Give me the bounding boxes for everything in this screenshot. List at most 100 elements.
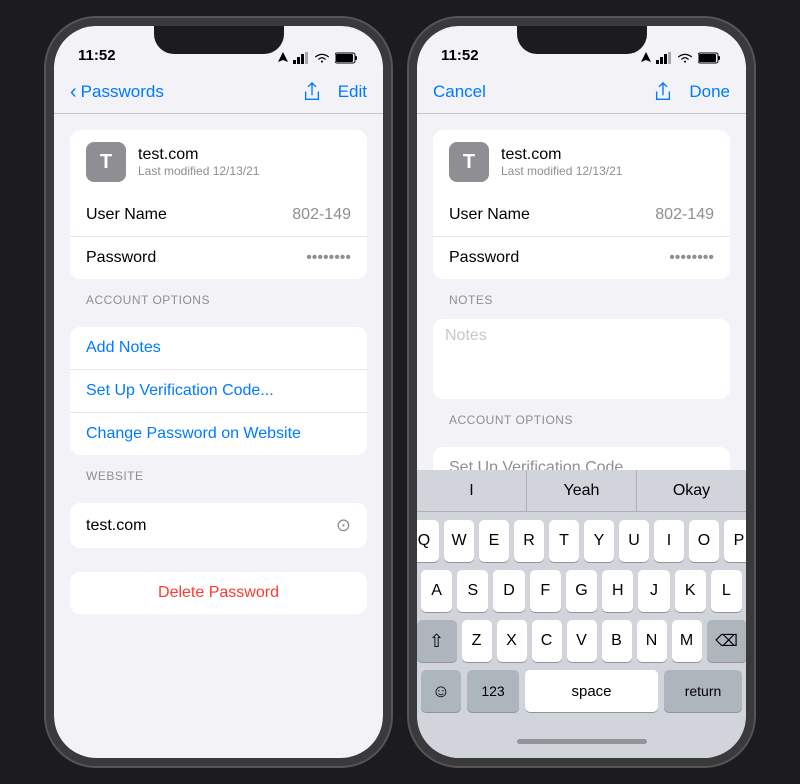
key-h[interactable]: H <box>602 570 633 612</box>
site-subtitle-2: Last modified 12/13/21 <box>501 164 622 178</box>
key-p[interactable]: P <box>724 520 746 562</box>
key-r[interactable]: R <box>514 520 544 562</box>
notes-label-2: NOTES <box>417 285 746 311</box>
wifi-icon-1 <box>314 52 330 64</box>
nav-actions-1: Edit <box>302 82 367 102</box>
status-time-1: 11:52 <box>78 47 116 64</box>
key-return[interactable]: return <box>664 670 742 712</box>
key-c[interactable]: C <box>532 620 562 662</box>
nav-bar-2: Cancel Done <box>417 70 746 114</box>
key-e[interactable]: E <box>479 520 509 562</box>
key-y[interactable]: Y <box>584 520 614 562</box>
app-header-card-1: T test.com Last modified 12/13/21 User N… <box>70 130 367 279</box>
key-w[interactable]: W <box>444 520 474 562</box>
suggestion-okay[interactable]: Okay <box>637 470 746 511</box>
password-row-2[interactable]: Password •••••••• <box>433 237 730 279</box>
suggestion-i[interactable]: I <box>417 470 527 511</box>
done-button-2[interactable]: Done <box>689 82 730 102</box>
back-chevron-1: ‹ <box>70 82 77 102</box>
username-row-1[interactable]: User Name 802-149 <box>70 194 367 237</box>
app-info-1: test.com Last modified 12/13/21 <box>138 146 259 178</box>
status-icons-1 <box>278 52 359 64</box>
key-i[interactable]: I <box>654 520 684 562</box>
website-value-1: test.com <box>86 517 146 535</box>
key-x[interactable]: X <box>497 620 527 662</box>
notes-area-2[interactable]: Notes <box>433 319 730 399</box>
key-row-3: ⇧ Z X C V B N M ⌫ <box>421 620 742 662</box>
nav-bar-1: ‹ Passwords Edit <box>54 70 383 114</box>
username-label-1: User Name <box>86 206 167 224</box>
key-u[interactable]: U <box>619 520 649 562</box>
delete-button-1[interactable]: Delete Password <box>70 572 367 614</box>
suggestion-yeah[interactable]: Yeah <box>527 470 637 511</box>
status-icons-2 <box>641 52 722 64</box>
signal-icon-2 <box>656 52 672 64</box>
bottom-bar-keyboard <box>417 724 746 758</box>
account-options-card-1: Add Notes Set Up Verification Code... Ch… <box>70 327 367 455</box>
phone-2: 11:52 <box>409 18 754 766</box>
share-icon-1[interactable] <box>302 82 322 102</box>
key-emoji[interactable]: ☺ <box>421 670 461 712</box>
key-k[interactable]: K <box>675 570 706 612</box>
key-shift[interactable]: ⇧ <box>417 620 457 662</box>
key-row-4: ☺ 123 space return <box>421 670 742 712</box>
battery-icon-2 <box>698 52 722 64</box>
key-b[interactable]: B <box>602 620 632 662</box>
cancel-button-2[interactable]: Cancel <box>433 82 486 102</box>
key-z[interactable]: Z <box>462 620 492 662</box>
phone-1: 11:52 <box>46 18 391 766</box>
app-header-1: T test.com Last modified 12/13/21 <box>70 130 367 194</box>
keyboard-rows-2: Q W E R T Y U I O P A S <box>417 512 746 724</box>
verification-option-1[interactable]: Set Up Verification Code... <box>70 370 367 413</box>
keyboard-suggestions-2: I Yeah Okay <box>417 470 746 512</box>
key-f[interactable]: F <box>530 570 561 612</box>
password-value-1: •••••••• <box>306 249 351 267</box>
key-s[interactable]: S <box>457 570 488 612</box>
username-label-2: User Name <box>449 206 530 224</box>
site-title-1: test.com <box>138 146 259 164</box>
password-row-1[interactable]: Password •••••••• <box>70 237 367 279</box>
username-row-2[interactable]: User Name 802-149 <box>433 194 730 237</box>
battery-icon-1 <box>335 52 359 64</box>
key-g[interactable]: G <box>566 570 597 612</box>
key-123[interactable]: 123 <box>467 670 519 712</box>
key-d[interactable]: D <box>493 570 524 612</box>
back-button-1[interactable]: ‹ Passwords <box>70 82 164 102</box>
website-card-1: test.com ⊙ <box>70 503 367 548</box>
website-label-1: WEBSITE <box>54 461 383 487</box>
status-time-2: 11:52 <box>441 47 479 64</box>
key-row-1: Q W E R T Y U I O P <box>421 520 742 562</box>
key-backspace[interactable]: ⌫ <box>707 620 747 662</box>
key-a[interactable]: A <box>421 570 452 612</box>
signal-icon-1 <box>293 52 309 64</box>
nav-actions-2: Done <box>653 82 730 102</box>
app-info-2: test.com Last modified 12/13/21 <box>501 146 622 178</box>
key-v[interactable]: V <box>567 620 597 662</box>
site-subtitle-1: Last modified 12/13/21 <box>138 164 259 178</box>
change-password-option-1[interactable]: Change Password on Website <box>70 413 367 455</box>
phone-1-screen: 11:52 <box>54 26 383 758</box>
password-value-2: •••••••• <box>669 249 714 267</box>
key-q[interactable]: Q <box>417 520 439 562</box>
phone-2-screen: 11:52 <box>417 26 746 758</box>
wifi-icon-2 <box>677 52 693 64</box>
keyboard-2: I Yeah Okay Q W E R T Y U I O <box>417 470 746 758</box>
account-options-label-1: ACCOUNT OPTIONS <box>54 285 383 311</box>
edit-button-1[interactable]: Edit <box>338 82 367 102</box>
key-j[interactable]: J <box>638 570 669 612</box>
site-title-2: test.com <box>501 146 622 164</box>
key-space[interactable]: space <box>525 670 658 712</box>
share-icon-2[interactable] <box>653 82 673 102</box>
key-o[interactable]: O <box>689 520 719 562</box>
website-row-1[interactable]: test.com ⊙ <box>70 503 367 548</box>
key-n[interactable]: N <box>637 620 667 662</box>
app-header-2: T test.com Last modified 12/13/21 <box>433 130 730 194</box>
password-label-2: Password <box>449 249 519 267</box>
key-l[interactable]: L <box>711 570 742 612</box>
add-notes-option-1[interactable]: Add Notes <box>70 327 367 370</box>
key-m[interactable]: M <box>672 620 702 662</box>
back-label-1: Passwords <box>81 82 164 102</box>
key-t[interactable]: T <box>549 520 579 562</box>
location-icon-2 <box>641 52 651 64</box>
password-label-1: Password <box>86 249 156 267</box>
